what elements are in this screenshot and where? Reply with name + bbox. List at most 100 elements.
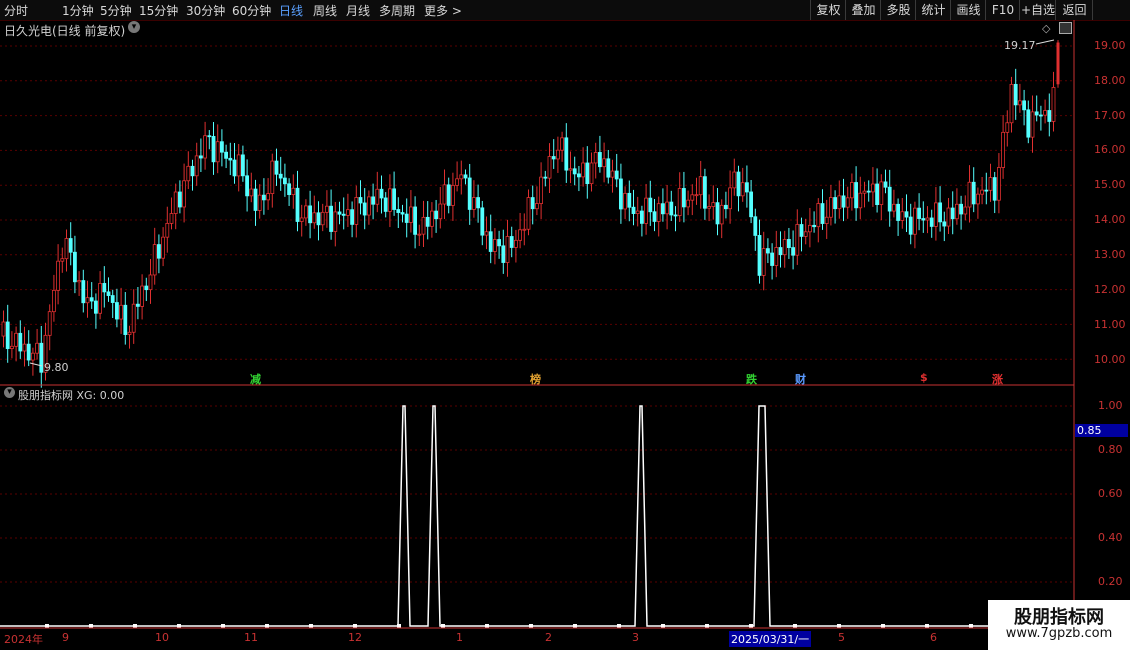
candle-body bbox=[610, 170, 615, 178]
candle-body bbox=[77, 280, 81, 283]
xg-dot bbox=[661, 624, 665, 628]
price-tick: 19.00 bbox=[1094, 39, 1126, 52]
date-label: 2024年 bbox=[4, 633, 43, 646]
candle-body bbox=[673, 214, 678, 217]
kline-chart[interactable] bbox=[0, 0, 1130, 650]
window-icon[interactable] bbox=[1059, 22, 1072, 34]
candle-body bbox=[94, 300, 98, 314]
chevron-down-icon[interactable]: ▾ bbox=[128, 21, 140, 33]
candle-body bbox=[635, 210, 640, 214]
chevron-down-icon[interactable]: ▾ bbox=[4, 387, 15, 398]
candle-body bbox=[719, 204, 724, 225]
candle-body bbox=[887, 186, 892, 212]
candle-body bbox=[921, 218, 926, 221]
candle-body bbox=[425, 216, 430, 227]
price-tick: 16.00 bbox=[1094, 143, 1126, 156]
price-tick: 15.00 bbox=[1094, 178, 1126, 191]
candle-body bbox=[471, 197, 476, 210]
xg-dot bbox=[617, 624, 621, 628]
candle-body bbox=[640, 210, 644, 224]
candle-body bbox=[1056, 42, 1060, 85]
indicator-tick: 0.60 bbox=[1098, 487, 1123, 500]
candle-body bbox=[438, 203, 443, 220]
candle-body bbox=[224, 151, 229, 159]
candle-body bbox=[215, 141, 220, 163]
date-label: 2 bbox=[545, 631, 552, 644]
xg-dot bbox=[793, 624, 797, 628]
event-marker[interactable]: 榜 bbox=[530, 371, 541, 387]
candle-body bbox=[946, 207, 951, 227]
candle-body bbox=[602, 158, 606, 168]
candle-body bbox=[156, 244, 161, 259]
candle-body bbox=[690, 194, 695, 201]
candle-body bbox=[514, 239, 518, 248]
candle-body bbox=[169, 213, 174, 224]
candle-body bbox=[236, 154, 241, 177]
candle-body bbox=[694, 194, 699, 197]
candle-body bbox=[938, 202, 942, 223]
candle-body bbox=[1018, 100, 1022, 106]
candle-body bbox=[560, 137, 564, 151]
candle-body bbox=[492, 239, 497, 252]
price-tick: 12.00 bbox=[1094, 283, 1126, 296]
candle-body bbox=[245, 175, 250, 197]
candle-body bbox=[480, 207, 485, 236]
diamond-icon[interactable]: ◇ bbox=[1042, 22, 1050, 35]
stock-title: 日久光电(日线 前复权) bbox=[4, 24, 126, 38]
candle-body bbox=[207, 135, 212, 138]
candle-body bbox=[295, 187, 300, 222]
candle-body bbox=[896, 203, 900, 221]
candle-body bbox=[39, 342, 44, 373]
xg-dot bbox=[881, 624, 885, 628]
candle-body bbox=[1013, 83, 1018, 106]
candle-body bbox=[102, 283, 107, 293]
event-marker[interactable]: 减 bbox=[250, 371, 261, 387]
candle-body bbox=[808, 224, 812, 233]
event-marker[interactable]: 财 bbox=[795, 371, 806, 387]
candle-body bbox=[442, 184, 447, 205]
candle-body bbox=[253, 188, 258, 211]
candle-body bbox=[408, 206, 413, 223]
candle-body bbox=[820, 203, 825, 224]
candle-body bbox=[904, 211, 909, 218]
candle-body bbox=[530, 197, 535, 210]
candle-body bbox=[320, 211, 325, 226]
high-pointer-icon bbox=[1035, 39, 1055, 45]
candle-body bbox=[56, 260, 60, 291]
date-label: 3 bbox=[632, 631, 639, 644]
candle-body bbox=[85, 297, 90, 304]
candle-body bbox=[316, 212, 321, 226]
candle-body bbox=[745, 182, 749, 193]
candle-body bbox=[463, 174, 468, 179]
candle-body bbox=[749, 191, 753, 218]
xg-dot bbox=[177, 624, 181, 628]
candle-body bbox=[429, 210, 434, 227]
candle-body bbox=[908, 216, 913, 235]
candle-body bbox=[9, 345, 14, 349]
candle-body bbox=[26, 343, 31, 361]
candle-body bbox=[371, 196, 376, 205]
candle-body bbox=[732, 171, 737, 189]
event-marker[interactable]: $ bbox=[920, 371, 928, 384]
candle-body bbox=[455, 178, 460, 186]
candle-body bbox=[593, 152, 598, 164]
candle-body bbox=[623, 192, 627, 210]
candle-body bbox=[173, 191, 178, 214]
candle-body bbox=[841, 195, 846, 208]
candle-body bbox=[144, 285, 149, 291]
xg-dot bbox=[485, 624, 489, 628]
candle-body bbox=[190, 165, 195, 177]
candle-body bbox=[728, 187, 732, 210]
candle-body bbox=[509, 236, 514, 248]
candle-body bbox=[81, 280, 86, 304]
candle-body bbox=[598, 152, 602, 168]
candle-body bbox=[341, 213, 346, 216]
candle-body bbox=[526, 197, 531, 230]
event-marker[interactable]: 跌 bbox=[746, 371, 757, 387]
event-marker[interactable]: 涨 bbox=[992, 371, 1003, 387]
candle-body bbox=[816, 203, 821, 228]
candle-body bbox=[753, 216, 758, 236]
candle-body bbox=[501, 245, 506, 263]
candle-body bbox=[345, 209, 350, 216]
xg-dot bbox=[45, 624, 49, 628]
